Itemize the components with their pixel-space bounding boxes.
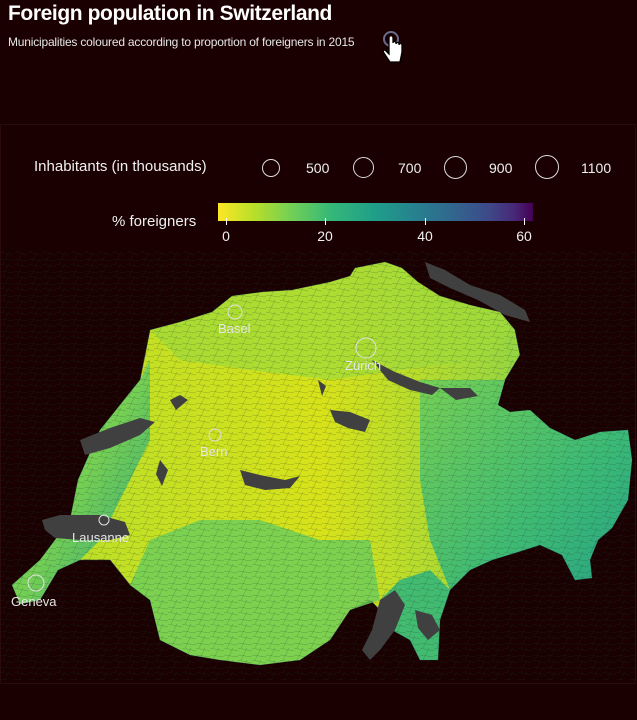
size-legend-item: 700 xyxy=(353,152,423,182)
chart-title: Foreign population in Switzerland xyxy=(8,2,332,25)
size-legend-item: 500 xyxy=(262,152,329,182)
color-tick xyxy=(425,218,426,225)
chart-subtitle: Municipalities coloured according to pro… xyxy=(8,35,355,49)
city-label: Bern xyxy=(200,444,227,459)
city-label: Lausanne xyxy=(72,530,129,545)
color-tick-label: 60 xyxy=(516,228,532,244)
size-label: 500 xyxy=(306,160,330,176)
size-circle xyxy=(262,159,280,177)
color-ramp xyxy=(218,203,533,221)
pointer-hand-icon xyxy=(382,31,403,63)
color-tick xyxy=(524,218,525,225)
city-label: Basel xyxy=(218,321,251,336)
city-label: Zürich xyxy=(345,358,381,373)
size-legend-item: 1100 xyxy=(535,152,615,182)
size-circle xyxy=(353,157,374,178)
size-label: 900 xyxy=(489,160,513,176)
size-legend-item: 900 xyxy=(444,152,514,182)
color-tick xyxy=(226,218,227,225)
color-legend-title: % foreigners xyxy=(112,213,197,230)
color-tick-label: 40 xyxy=(417,228,433,244)
color-tick-label: 20 xyxy=(317,228,333,244)
city-label: Geneva xyxy=(11,594,57,609)
size-label: 700 xyxy=(398,160,422,176)
color-tick xyxy=(325,218,326,225)
size-legend-title: Inhabitants (in thousands) xyxy=(34,158,207,175)
size-circle xyxy=(444,156,467,179)
size-label: 1100 xyxy=(581,160,612,176)
size-circle xyxy=(535,155,559,179)
color-tick-label: 0 xyxy=(222,228,230,244)
switzerland-map[interactable]: Basel Zürich Bern Lausanne Geneva xyxy=(0,250,637,680)
municipality-boundaries xyxy=(0,250,637,680)
